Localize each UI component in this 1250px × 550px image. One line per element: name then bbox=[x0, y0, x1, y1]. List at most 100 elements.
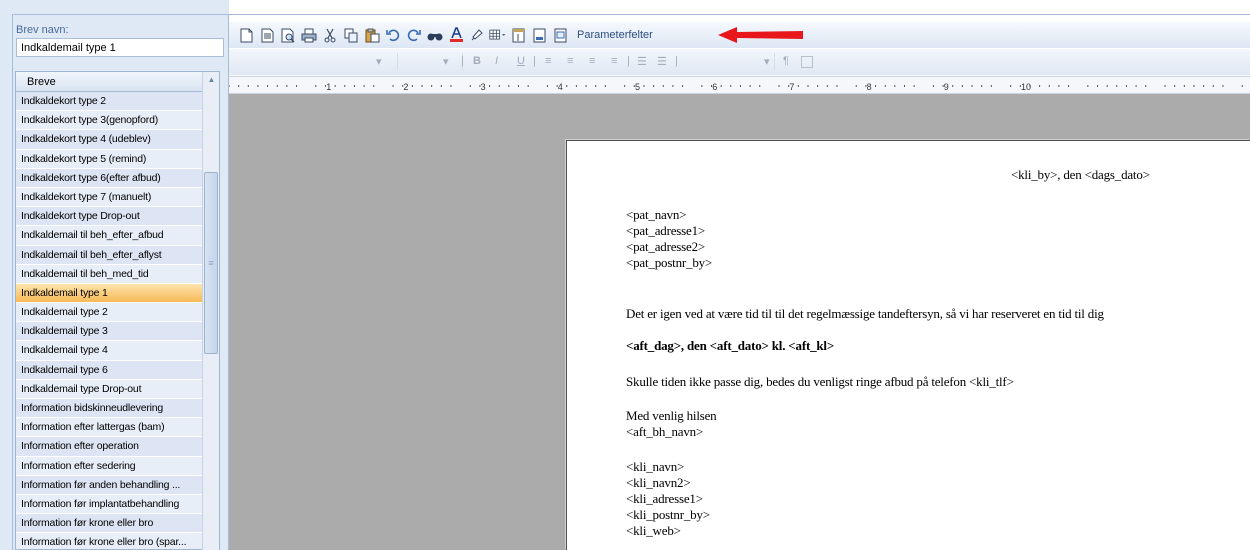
list-item[interactable]: Indkaldemail type Drop-out bbox=[16, 379, 219, 399]
list-item[interactable]: Indkaldekort type 4 (udeblev) bbox=[16, 130, 219, 150]
list-item[interactable]: Indkaldemail type 6 bbox=[16, 360, 219, 380]
list-item[interactable]: Information før krone eller bro (spar... bbox=[16, 533, 219, 549]
format-toolbar: ▾ ▾ | B I U | ≡ ≡ ≡ ≡ | ☰ ☰ | ▾ ¶ bbox=[229, 49, 1250, 75]
list-item[interactable]: Indkaldekort type 2 bbox=[16, 92, 219, 112]
list-item[interactable]: Information efter operation bbox=[16, 437, 219, 457]
ruler-number: 10 bbox=[1021, 82, 1031, 92]
address-line: <pat_postnr_by> bbox=[626, 255, 713, 270]
list-item[interactable]: Indkaldemail til beh_efter_afbud bbox=[16, 226, 219, 246]
justify-icon[interactable]: ≡ bbox=[611, 55, 617, 67]
letters-list-items: Indkaldekort type 2 Indkaldekort type 3(g… bbox=[16, 92, 219, 549]
list-item[interactable]: Indkaldekort type Drop-out bbox=[16, 207, 219, 227]
italic-button[interactable]: I bbox=[495, 55, 498, 67]
list-scrollbar[interactable]: ▲ ≡ bbox=[202, 72, 219, 550]
ruler-number: 8 bbox=[867, 82, 872, 92]
letters-list-header[interactable]: Breve ▲ bbox=[16, 72, 219, 92]
paste-icon[interactable] bbox=[363, 26, 381, 44]
ruler-number: 3 bbox=[481, 82, 486, 92]
size-dropdown-arrow-icon[interactable]: ▾ bbox=[764, 55, 770, 68]
font-color-icon[interactable] bbox=[447, 26, 465, 44]
clinic-line: <kli_navn2> bbox=[626, 475, 691, 490]
insert-icon[interactable] bbox=[531, 26, 549, 44]
list-item[interactable]: Indkaldemail type 4 bbox=[16, 341, 219, 361]
scrollbar-thumb[interactable]: ≡ bbox=[204, 172, 218, 354]
letter-name-input[interactable] bbox=[16, 38, 224, 57]
font-dropdown-arrow-icon[interactable]: ▾ bbox=[443, 55, 449, 68]
list-item[interactable]: Indkaldekort type 3(genopford) bbox=[16, 111, 219, 131]
print-icon[interactable] bbox=[300, 26, 318, 44]
ruler-number: 5 bbox=[635, 82, 640, 92]
print-preview-icon[interactable] bbox=[279, 26, 297, 44]
address-line: <pat_adresse2> bbox=[626, 239, 706, 254]
list-item[interactable]: Indkaldekort type 6(efter afbud) bbox=[16, 168, 219, 188]
bullets-icon[interactable]: ☰ bbox=[637, 55, 647, 68]
ruler-number: 6 bbox=[712, 82, 717, 92]
letters-list: Breve ▲ Indkaldekort type 2Indkaldekort … bbox=[15, 71, 220, 550]
list-item[interactable]: Information før anden behandling ... bbox=[16, 475, 219, 495]
cancel-paragraph: Skulle tiden ikke passe dig, bedes du ve… bbox=[626, 374, 1014, 389]
ruler-number: 1 bbox=[326, 82, 331, 92]
ruler-number: 9 bbox=[944, 82, 949, 92]
clinic-line: <kli_postnr_by> bbox=[626, 507, 710, 522]
underline-button[interactable]: U bbox=[517, 55, 525, 67]
letter-name-label: Brev navn: bbox=[16, 24, 69, 36]
separator: | bbox=[533, 55, 536, 67]
list-item[interactable]: Information bidskinneudlevering bbox=[16, 399, 219, 419]
undo-icon[interactable] bbox=[384, 26, 402, 44]
align-center-icon[interactable]: ≡ bbox=[567, 55, 573, 67]
field-icon[interactable] bbox=[510, 26, 528, 44]
cut-icon[interactable] bbox=[321, 26, 339, 44]
list-item[interactable]: Indkaldemail type 2 bbox=[16, 303, 219, 323]
page-border-icon[interactable] bbox=[801, 56, 813, 68]
separator: | bbox=[675, 55, 678, 67]
copy-icon[interactable] bbox=[342, 26, 360, 44]
parameter-fields-button[interactable]: Parameterfelter bbox=[577, 29, 653, 41]
clinic-line: <kli_web> bbox=[626, 523, 681, 538]
date-line: <kli_by>, den <dags_dato> bbox=[1011, 167, 1150, 182]
list-item[interactable]: Indkaldemail til beh_med_tid bbox=[16, 264, 219, 284]
numbering-icon[interactable]: ☰ bbox=[657, 55, 667, 68]
list-item[interactable]: Information efter lattergas (bam) bbox=[16, 418, 219, 438]
list-header-label: Breve bbox=[27, 75, 56, 88]
red-arrow-annotation bbox=[718, 27, 803, 43]
document-page[interactable]: <kli_by>, den <dags_dato> <pat_navn> <pa… bbox=[566, 140, 1250, 550]
list-item[interactable]: Indkaldekort type 5 (remind) bbox=[16, 149, 219, 169]
ruler-number: 4 bbox=[558, 82, 563, 92]
list-item[interactable]: Information før krone eller bro bbox=[16, 514, 219, 534]
page-setup-icon[interactable] bbox=[552, 26, 570, 44]
open-icon[interactable] bbox=[258, 26, 276, 44]
signer-line: <aft_bh_navn> bbox=[626, 424, 704, 439]
separator: | bbox=[627, 55, 630, 67]
ruler: 1 2 3 4 5 6 7 8 9 10 bbox=[229, 76, 1250, 94]
new-document-icon[interactable] bbox=[237, 26, 255, 44]
style-dropdown[interactable] bbox=[233, 53, 398, 70]
ruler-number: 2 bbox=[403, 82, 408, 92]
align-right-icon[interactable]: ≡ bbox=[589, 55, 595, 67]
align-left-icon[interactable]: ≡ bbox=[545, 55, 551, 67]
letters-panel: Brev navn: Breve ▲ Indkaldekort type 2In… bbox=[0, 0, 230, 550]
pilcrow-button[interactable]: ¶ bbox=[783, 55, 789, 67]
ruler-number: 7 bbox=[789, 82, 794, 92]
separator: | bbox=[461, 55, 464, 67]
style-dropdown-arrow-icon[interactable]: ▾ bbox=[376, 55, 382, 68]
list-item[interactable]: Information før implantatbehandling bbox=[16, 494, 219, 515]
bold-button[interactable]: B bbox=[473, 55, 481, 67]
clinic-line: <kli_adresse1> bbox=[626, 491, 703, 506]
list-item[interactable]: Information efter sedering bbox=[16, 456, 219, 476]
scroll-up-arrow-icon[interactable]: ▲ bbox=[203, 72, 220, 87]
list-item[interactable]: Indkaldekort type 7 (manuelt) bbox=[16, 187, 219, 208]
ruler-ticks: 1 2 3 4 5 6 7 8 9 10 bbox=[229, 82, 1243, 92]
address-line: <pat_navn> bbox=[626, 207, 687, 222]
greeting-line: Med venlig hilsen bbox=[626, 408, 717, 423]
list-item[interactable]: Indkaldemail type 1 bbox=[16, 283, 219, 304]
body-paragraph: Det er igen ved at være tid til til det … bbox=[626, 306, 1104, 321]
font-dropdown[interactable] bbox=[401, 53, 463, 70]
appointment-line: <aft_dag>, den <aft_dato> kl. <aft_kl> bbox=[626, 338, 835, 353]
list-item[interactable]: Indkaldemail type 3 bbox=[16, 322, 219, 342]
highlight-icon[interactable] bbox=[468, 26, 486, 44]
address-line: <pat_adresse1> bbox=[626, 223, 706, 238]
find-icon[interactable] bbox=[426, 26, 444, 44]
redo-icon[interactable] bbox=[405, 26, 423, 44]
table-icon[interactable] bbox=[489, 26, 507, 44]
list-item[interactable]: Indkaldemail til beh_efter_aflyst bbox=[16, 245, 219, 265]
